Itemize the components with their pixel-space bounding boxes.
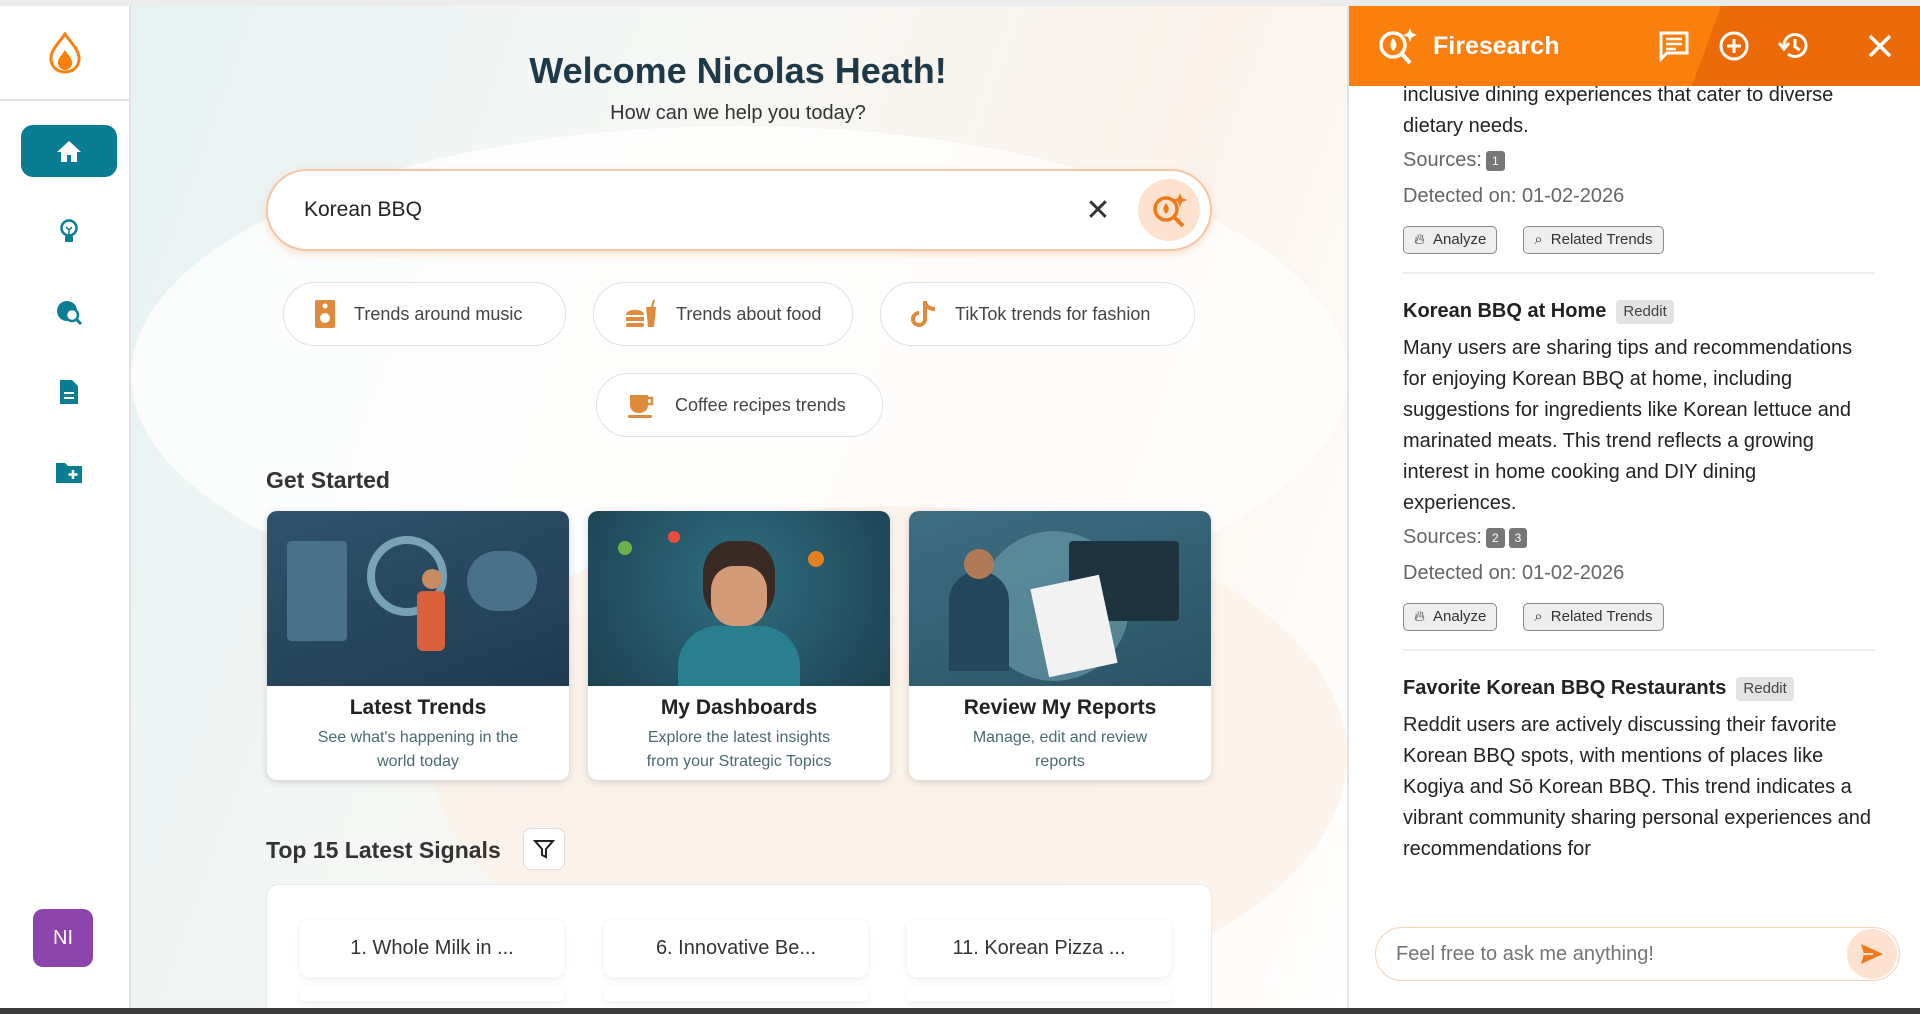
globe-search-icon [57,301,83,326]
sidebar-item-home[interactable] [21,125,117,177]
source-badge[interactable]: 3 [1508,527,1528,548]
dashboards-illustration [588,511,890,686]
card-title: My Dashboards [660,696,818,719]
sidebar: NI [0,6,131,1014]
reports-illustration [909,511,1211,686]
firesearch-logo-icon [1379,28,1417,65]
signal-item[interactable]: 11. Korean Pizza ... [907,919,1171,977]
signals-panel: 1. Whole Milk in ... 6. Innovative Be...… [266,884,1212,1014]
bottom-bar [0,1008,1920,1014]
card-description: See what's happening in the world today [317,729,519,770]
page-title: Welcome Nicolas Heath! [529,50,947,91]
related-trends-button[interactable]: ⌕ Related Trends [1523,226,1664,254]
page-subtitle: How can we help you today? [610,102,866,124]
send-icon [1861,944,1883,964]
result-sources: Sources: 1 [1403,145,1875,176]
lightbulb-icon [60,219,78,242]
card-review-reports[interactable]: Review My Reports Manage, edit and revie… [909,511,1211,780]
history-icon [1778,33,1808,58]
signal-item[interactable] [604,987,868,1001]
result-title: Favorite Korean BBQ Restaurants Reddit [1403,673,1875,704]
analyze-button[interactable]: 🔥︎ Analyze [1403,226,1498,254]
related-trends-button[interactable]: ⌕ Related Trends [1523,603,1664,631]
panel-header: Firesearch [1349,6,1920,86]
card-my-dashboards[interactable]: My Dashboards Explore the latest insight… [588,511,890,780]
chat-icon [1659,31,1689,62]
signal-item[interactable]: 1. Whole Milk in ... [300,919,564,977]
fire-search-icon [1153,193,1187,228]
close-panel-button[interactable] [1860,26,1900,66]
signals-heading: Top 15 Latest Signals [266,837,501,863]
coffee-cup-icon [628,395,654,418]
sidebar-item-ideas[interactable] [21,206,117,258]
flame-icon: 🔥︎ [1414,608,1426,625]
user-avatar[interactable]: NI [33,909,93,967]
latest-trends-illustration [267,511,569,686]
firesearch-panel: Firesearch inclusive dining experiences … [1347,6,1920,1014]
search-icon: ⌕ [1534,608,1543,625]
search-icon: ⌕ [1534,231,1543,248]
suggestion-chip-fashion[interactable]: TikTok trends for fashion [880,282,1195,346]
flame-logo-icon [48,31,81,74]
source-badge[interactable]: 1 [1485,150,1505,171]
analyze-button[interactable]: 🔥︎ Analyze [1403,603,1498,631]
chat-input-bar[interactable] [1375,927,1900,981]
flame-icon: 🔥︎ [1414,231,1426,248]
result-text: Many users are sharing tips and recommen… [1403,337,1853,514]
app-logo[interactable] [0,6,129,101]
panel-results: inclusive dining experiences that cater … [1403,86,1875,916]
sidebar-item-global-search[interactable] [21,286,117,338]
source-type-badge: Reddit [1736,676,1794,701]
main-content: Welcome Nicolas Heath! How can we help y… [131,6,1347,1014]
history-button[interactable] [1774,26,1814,66]
document-icon [60,380,78,404]
signal-item[interactable]: 6. Innovative Be... [604,919,868,977]
panel-title: Firesearch [1433,31,1560,60]
suggestion-chip-coffee[interactable]: Coffee recipes trends [596,373,883,437]
search-input[interactable]: Korean BBQ [304,198,1078,222]
close-icon [1868,34,1892,58]
result-date: Detected on: 01-02-2026 [1403,562,1625,584]
source-type-badge: Reddit [1616,299,1674,324]
card-description: Manage, edit and review reports [972,729,1148,770]
source-badge[interactable]: 2 [1485,527,1505,548]
search-bar[interactable]: Korean BBQ ✕ [266,169,1212,251]
result-sources: Sources: 2 3 [1403,522,1875,553]
card-title: Review My Reports [963,696,1157,719]
sidebar-item-new-folder[interactable] [21,446,117,498]
suggestion-chip-music[interactable]: Trends around music [283,282,566,346]
home-icon [57,141,81,162]
speaker-icon [315,300,335,328]
card-description: Explore the latest insights from your St… [646,729,832,770]
result-text: Reddit users are actively discussing the… [1403,714,1872,860]
filter-icon [533,840,555,859]
chat-button[interactable] [1654,26,1694,66]
folder-add-icon [56,463,82,483]
suggestion-chip-food[interactable]: Trends about food [593,282,853,346]
send-button[interactable] [1847,929,1897,979]
tiktok-icon [911,301,936,327]
result-title: Korean BBQ at Home Reddit [1403,296,1875,327]
result-date: Detected on: 01-02-2026 [1403,185,1625,207]
ai-search-button[interactable] [1138,179,1200,241]
plus-circle-icon [1719,31,1749,61]
sidebar-item-reports[interactable] [21,366,117,418]
signal-item[interactable] [300,987,564,1001]
card-title: Latest Trends [349,696,487,719]
card-latest-trends[interactable]: Latest Trends See what's happening in th… [267,511,569,780]
result-text: inclusive dining experiences that cater … [1403,86,1834,137]
chat-input[interactable] [1396,942,1847,966]
fastfood-icon [626,299,656,327]
signal-item[interactable] [907,987,1171,1001]
clear-search-icon[interactable]: ✕ [1078,193,1118,228]
get-started-heading: Get Started [266,467,390,493]
filter-button[interactable] [523,828,565,870]
new-chat-button[interactable] [1714,26,1754,66]
